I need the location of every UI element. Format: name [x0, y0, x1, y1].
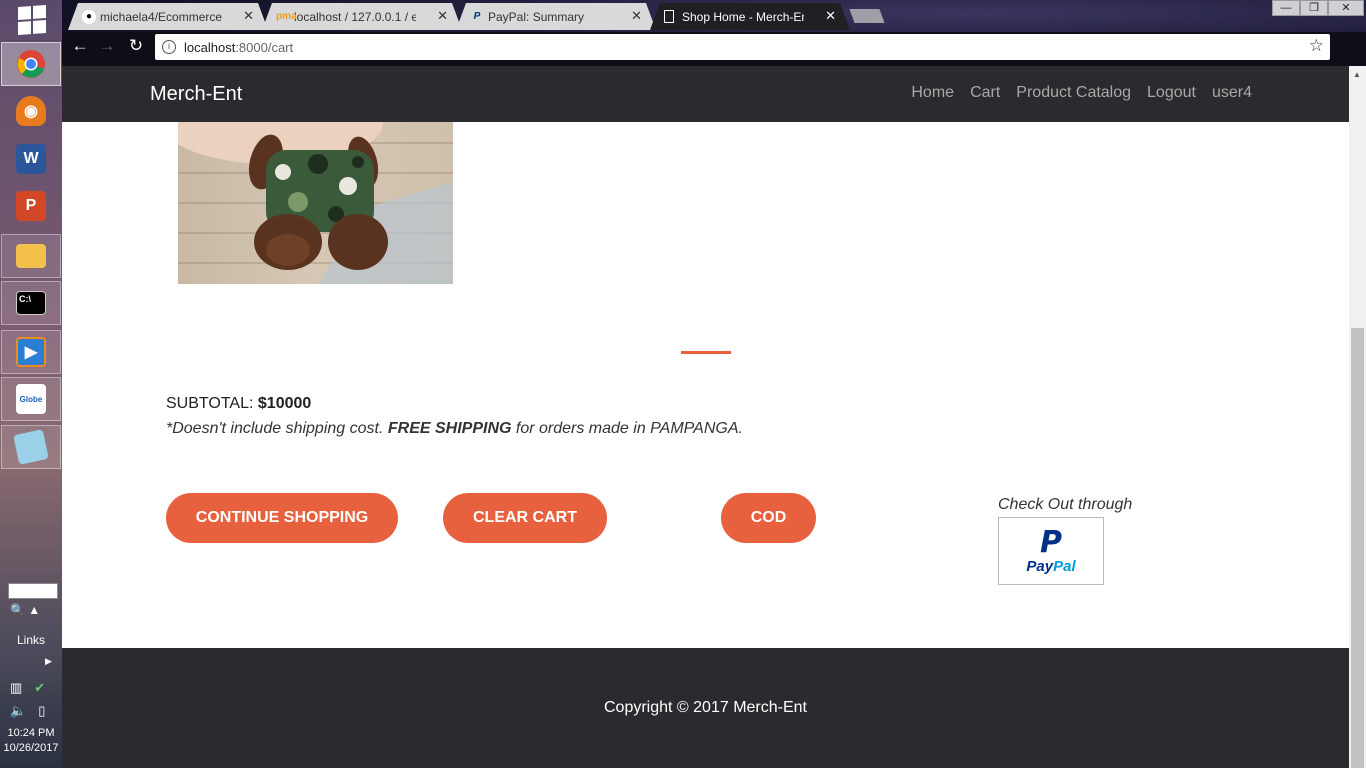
start-button[interactable] [1, 0, 61, 44]
product-image [178, 122, 453, 284]
taskbar-globe[interactable]: Globe [1, 377, 61, 421]
browser-chrome: ● michaela4/Ecommerce-... ✕ pma localhos… [62, 0, 1366, 66]
taskbar-media-player[interactable]: ▶ [1, 330, 61, 374]
shipping-note-suffix: for orders made in PAMPANGA. [515, 420, 743, 437]
forward-icon[interactable]: → [95, 36, 119, 56]
info-icon[interactable]: i [162, 40, 176, 54]
tab-github[interactable]: ● michaela4/Ecommerce-... ✕ [68, 3, 268, 30]
shipping-note-prefix: *Doesn't include shipping cost. [166, 420, 384, 437]
clock[interactable]: 10:24 PM 10/26/2017 [0, 726, 62, 756]
word-icon: W [16, 144, 46, 174]
media-player-icon: ▶ [16, 337, 46, 367]
tray-row-1: ▥ ✔ [10, 680, 45, 696]
globe-broadband-icon: Globe [16, 384, 46, 414]
security-check-icon[interactable]: ✔ [34, 680, 45, 696]
nav-links: Home Cart Product Catalog Logout user4 [911, 84, 1252, 102]
footer: Copyright © 2017 Merch-Ent [62, 648, 1349, 768]
nav-home[interactable]: Home [911, 84, 954, 102]
file-explorer-icon [16, 244, 46, 268]
notepad-icon [13, 429, 49, 465]
cod-button[interactable]: COD [721, 493, 816, 543]
clock-time: 10:24 PM [7, 727, 55, 739]
taskbar-search-tools-icon[interactable]: 🔍 ▲ [10, 603, 40, 617]
links-expand-icon[interactable]: ▶ [45, 656, 52, 667]
scrollbar-thumb[interactable] [1351, 328, 1364, 768]
close-icon[interactable]: ✕ [631, 8, 642, 24]
paypal-wordmark: PayPal [1026, 557, 1076, 575]
tab-label: PayPal: Summary [488, 9, 585, 24]
bookmark-star-icon[interactable]: ☆ [1309, 36, 1324, 56]
subtotal-label: SUBTOTAL: [166, 395, 254, 412]
paypal-logo-icon: P [1040, 524, 1062, 560]
paypal-icon: P [473, 11, 481, 22]
taskbar: ◉ W P C:\ ▶ Globe 🔍 ▲ Links ▶ ▥ ✔ 🔈 ▯ 10:2… [0, 0, 62, 768]
paypal-checkout-button[interactable]: P PayPal [998, 517, 1104, 585]
tab-paypal[interactable]: P PayPal: Summary ✕ [456, 3, 656, 30]
teddy-bear-illustration [178, 122, 453, 284]
taskbar-search-input[interactable] [8, 583, 58, 599]
phpmyadmin-icon: pma [276, 11, 297, 22]
cmd-icon: C:\ [16, 291, 46, 315]
chrome-icon [17, 50, 45, 78]
nav-user[interactable]: user4 [1212, 84, 1252, 102]
close-icon[interactable]: ✕ [825, 8, 836, 24]
section-divider [681, 351, 731, 354]
tab-label: Shop Home - Merch-Ent [682, 9, 804, 24]
navbar: Merch-Ent Home Cart Product Catalog Logo… [62, 66, 1349, 122]
continue-shopping-button[interactable]: CONTINUE SHOPPING [166, 493, 398, 543]
shipping-note-bold: FREE SHIPPING [387, 420, 512, 437]
taskbar-explorer[interactable] [1, 234, 61, 278]
power-icon[interactable]: ▯ [38, 703, 45, 719]
reload-icon[interactable]: ↻ [124, 36, 148, 56]
bag-icon: ◉ [16, 96, 46, 126]
github-icon: ● [82, 10, 96, 24]
tab-label: michaela4/Ecommerce-... [100, 9, 222, 24]
url-path: :8000/cart [235, 39, 294, 55]
nav-cart[interactable]: Cart [970, 84, 1000, 102]
copyright-text: Copyright © 2017 Merch-Ent [604, 699, 807, 716]
taskbar-powerpoint[interactable]: P [1, 184, 61, 228]
taskbar-chrome[interactable] [1, 42, 61, 86]
taskbar-word[interactable]: W [1, 137, 61, 181]
clear-cart-button[interactable]: CLEAR CART [443, 493, 607, 543]
windows-icon [18, 5, 46, 35]
close-icon[interactable]: ✕ [437, 8, 448, 24]
clock-date: 10/26/2017 [3, 742, 59, 754]
address-bar[interactable]: i localhost:8000/cart ☆ [155, 34, 1330, 60]
new-tab-button[interactable] [849, 9, 885, 23]
url-host: localhost [184, 39, 236, 55]
links-toolbar-label[interactable]: Links [0, 633, 62, 647]
taskbar-cmd[interactable]: C:\ [1, 281, 61, 325]
toolbar: ← → ↻ i localhost:8000/cart ☆ [62, 32, 1366, 66]
tab-phpmyadmin[interactable]: pma localhost / 127.0.0.1 / ej... ✕ [262, 3, 462, 30]
volume-icon[interactable]: 🔈 [10, 703, 26, 719]
close-icon[interactable]: ✕ [243, 8, 254, 24]
tab-label: localhost / 127.0.0.1 / ej... [294, 9, 416, 24]
powerpoint-icon: P [16, 191, 46, 221]
subtotal-line: SUBTOTAL: $10000 [166, 395, 311, 413]
scroll-up-icon[interactable]: ▲ [1353, 70, 1361, 79]
checkout-label: Check Out through [998, 496, 1133, 513]
subtotal-value: $10000 [257, 395, 312, 412]
back-icon[interactable]: ← [68, 36, 92, 56]
brand-link[interactable]: Merch-Ent [150, 83, 242, 106]
close-window-button[interactable]: ✕ [1328, 0, 1364, 16]
tab-shop-home[interactable]: Shop Home - Merch-Ent ✕ [650, 3, 850, 30]
page-icon [664, 10, 674, 23]
taskbar-notepad[interactable] [1, 425, 61, 469]
nav-product-catalog[interactable]: Product Catalog [1016, 84, 1131, 102]
taskbar-bag[interactable]: ◉ [1, 89, 61, 133]
restore-button[interactable]: ❐ [1300, 0, 1328, 16]
page: Merch-Ent Home Cart Product Catalog Logo… [62, 66, 1349, 768]
tray-row-2: 🔈 ▯ [10, 703, 45, 719]
shipping-note: *Doesn't include shipping cost. FREE SHI… [166, 420, 743, 438]
nav-logout[interactable]: Logout [1147, 84, 1196, 102]
network-icon[interactable]: ▥ [10, 680, 22, 696]
page-scrollbar[interactable]: ▲ [1349, 66, 1366, 768]
minimize-button[interactable]: — [1272, 0, 1300, 16]
